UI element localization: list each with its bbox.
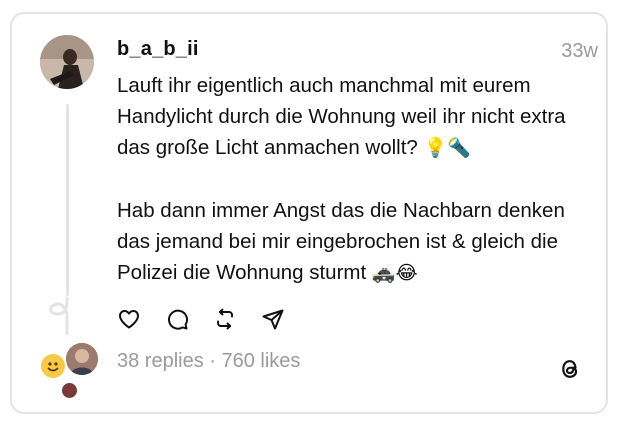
username[interactable]: b_a_b_ii (117, 38, 199, 61)
paragraph-1-text: Lauft ihr eigentlich auch manchmal mit e… (117, 74, 566, 159)
thread-loop-icon (49, 296, 69, 336)
avatar[interactable] (40, 35, 94, 89)
replier-avatar-2 (66, 343, 98, 375)
paragraph-2-text: Hab dann immer Angst das die Nachbarn de… (117, 199, 565, 284)
post-body: Lauft ihr eigentlich auch manchmal mit e… (117, 70, 587, 289)
send-icon (262, 309, 284, 330)
post-paragraph-1: Lauft ihr eigentlich auch manchmal mit e… (117, 70, 587, 164)
lightbulb-flashlight-emoji: 💡🔦 (423, 137, 471, 159)
threads-logo-icon[interactable] (558, 356, 582, 382)
like-button[interactable] (117, 305, 165, 333)
repost-button[interactable] (213, 305, 261, 333)
reply-button[interactable] (165, 305, 213, 333)
thread-line (66, 104, 69, 296)
replier-avatar-3 (60, 381, 79, 400)
police-car-laughing-emoji: 🚓😂 (371, 262, 418, 284)
share-button[interactable] (261, 305, 309, 333)
action-bar (117, 305, 309, 333)
repost-icon (217, 308, 233, 330)
comment-bubble-icon (168, 309, 189, 330)
replier-avatar-1 (39, 352, 67, 380)
post-time: 33w (561, 40, 598, 62)
post-paragraph-2: Hab dann immer Angst das die Nachbarn de… (117, 195, 587, 289)
heart-icon (119, 310, 139, 329)
post-stats[interactable]: 38 replies · 760 likes (117, 350, 300, 373)
